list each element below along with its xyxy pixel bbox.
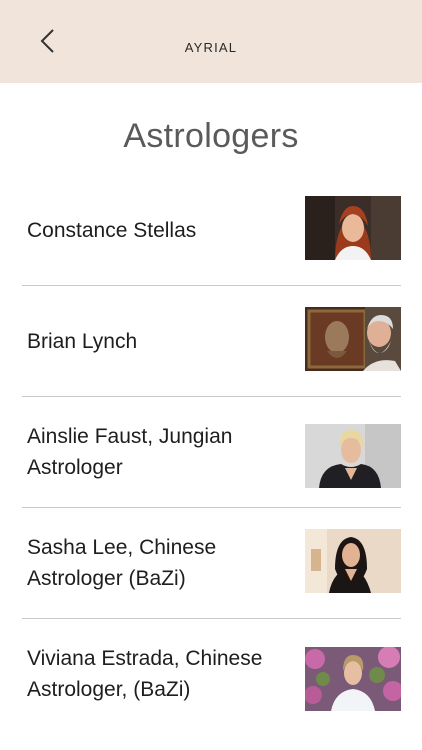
list-item-brian-lynch[interactable]: Brian Lynch	[22, 286, 401, 397]
astrologer-name: Constance Stellas	[27, 218, 197, 242]
list-item-constance-stellas[interactable]: Constance Stellas	[22, 175, 401, 286]
astrologer-photo	[305, 196, 401, 260]
list-item-viviana-estrada[interactable]: Viviana Estrada, Chinese Astrologer, (Ba…	[22, 619, 401, 729]
astrologer-name: Ainslie Faust, Jungian Astrologer	[27, 425, 233, 479]
astrologer-photo	[305, 647, 401, 711]
astrologer-photo	[305, 307, 401, 371]
app-title: AYRIAL	[184, 40, 238, 55]
astrologer-name: Sasha Lee, Chinese Astrologer (BaZi)	[27, 536, 217, 590]
astrologer-photo	[305, 424, 401, 488]
top-header: AYRIAL	[0, 0, 422, 83]
astrologer-photo	[305, 529, 401, 593]
astrologers-screen: AYRIAL Astrologers Constance Stellas Bri…	[0, 0, 422, 750]
list-item-ainslie-faust[interactable]: Ainslie Faust, Jungian Astrologer	[22, 397, 401, 508]
astrologer-name: Brian Lynch	[27, 329, 138, 353]
list-item-sasha-lee[interactable]: Sasha Lee, Chinese Astrologer (BaZi)	[22, 508, 401, 619]
page-title: Astrologers	[123, 117, 299, 155]
astrologer-list: Constance Stellas Brian Lynch Ainslie Fa…	[22, 175, 401, 729]
astrologer-name: Viviana Estrada, Chinese Astrologer, (Ba…	[27, 647, 263, 701]
